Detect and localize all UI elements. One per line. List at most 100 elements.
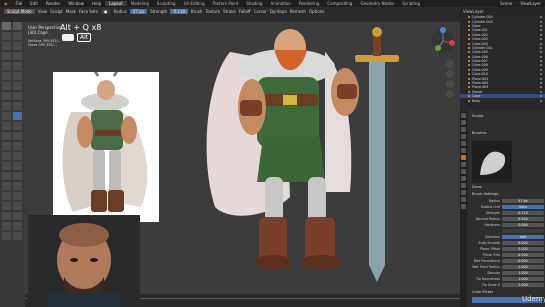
prop-radius-unit[interactable]: Radius Unit View (472, 204, 544, 209)
cursor-menu[interactable]: Cursor (254, 9, 267, 14)
visibility-eye-icon[interactable] (540, 64, 542, 67)
flatten-icon[interactable] (2, 72, 11, 80)
output-tab-icon[interactable] (461, 127, 466, 132)
slide-relax-icon[interactable] (2, 132, 11, 140)
smooth-icon[interactable] (13, 62, 22, 70)
tab-texture-paint[interactable]: Texture Paint (208, 1, 242, 6)
clay-strips-icon[interactable] (13, 32, 22, 40)
clay-icon[interactable] (2, 32, 11, 40)
box-mask-icon[interactable] (2, 162, 11, 170)
particles-tab-icon[interactable] (461, 169, 466, 174)
falloff-menu[interactable]: Falloff (239, 9, 251, 14)
dyntopo-menu[interactable]: Dyntopo (270, 9, 287, 14)
box-trim-icon[interactable] (13, 172, 22, 180)
menu-render[interactable]: Render (42, 1, 64, 6)
object-tab-icon[interactable] (461, 155, 466, 160)
outliner-item[interactable]: Body (460, 98, 545, 103)
brush-menu[interactable]: Brush (191, 9, 203, 14)
visibility-eye-icon[interactable] (540, 20, 542, 23)
prop-plane-offset[interactable]: Plane Offset 0.000 (472, 246, 544, 251)
draw-brush-icon[interactable] (2, 22, 11, 30)
tab-uv-editing[interactable]: UV Editing (180, 1, 209, 6)
boundary-icon[interactable] (13, 132, 22, 140)
radius-field[interactable]: 47 px (129, 9, 148, 14)
blob-icon[interactable] (13, 52, 22, 60)
visibility-eye-icon[interactable] (540, 77, 542, 80)
tab-rendering[interactable]: Rendering (295, 1, 323, 6)
modifier-tab-icon[interactable] (461, 162, 466, 167)
visibility-eye-icon[interactable] (540, 46, 542, 49)
visibility-eye-icon[interactable] (540, 24, 542, 27)
tab-scripting[interactable]: Scripting (398, 1, 424, 6)
menu-help[interactable]: Help (88, 1, 105, 6)
inflate-icon[interactable] (2, 52, 11, 60)
visibility-eye-icon[interactable] (540, 82, 542, 85)
menu-window[interactable]: Window (64, 1, 88, 6)
fill-icon[interactable] (13, 72, 22, 80)
visibility-eye-icon[interactable] (540, 86, 542, 89)
prop-density[interactable]: Density 1.000 (472, 270, 544, 275)
visibility-eye-icon[interactable] (540, 60, 542, 63)
visibility-eye-icon[interactable] (540, 99, 542, 102)
mask-by-color-icon[interactable] (13, 202, 22, 210)
tab-layout[interactable]: Layout (105, 1, 127, 6)
nudge-icon[interactable] (2, 122, 11, 130)
cloth-filter-icon[interactable] (2, 192, 11, 200)
brush-name[interactable]: Draw (472, 185, 481, 189)
material-tab-icon[interactable] (461, 197, 466, 202)
prop-tip-scale-x[interactable]: Tip Scale X 1.000 (472, 282, 544, 287)
visibility-eye-icon[interactable] (540, 68, 542, 71)
visibility-eye-icon[interactable] (540, 38, 542, 41)
brushes-section-header[interactable]: Brushes (472, 131, 486, 135)
box-hide-icon[interactable] (13, 162, 22, 170)
draw-face-sets-icon[interactable] (13, 152, 22, 160)
render-tab-icon[interactable] (461, 120, 466, 125)
cloth-icon[interactable] (2, 142, 11, 150)
tab-sculpting[interactable]: Sculpting (153, 1, 180, 6)
mask-icon[interactable] (2, 152, 11, 160)
pan-hand-icon[interactable] (446, 70, 454, 78)
prop-radius[interactable]: Radius 47 px (472, 198, 544, 203)
tab-shading[interactable]: Shading (242, 1, 266, 6)
simplify-icon[interactable] (13, 142, 22, 150)
elastic-deform-icon[interactable] (2, 102, 11, 110)
annotate-line-icon[interactable] (13, 232, 22, 240)
prop-hardness[interactable]: Hardness 0.000 (472, 222, 544, 227)
stroke-menu[interactable]: Stroke (223, 9, 236, 14)
visibility-eye-icon[interactable] (540, 95, 542, 98)
menu-edit[interactable]: Edit (26, 1, 42, 6)
visibility-eye-icon[interactable] (540, 73, 542, 76)
menu-view[interactable]: View (38, 9, 48, 14)
brush-settings-header[interactable]: Brush Settings (472, 192, 498, 196)
zoom-icon[interactable] (446, 60, 454, 68)
prop-plane-trim[interactable]: Plane Trim 0.500 (472, 252, 544, 257)
visibility-eye-icon[interactable] (540, 51, 542, 54)
visibility-eye-icon[interactable] (540, 29, 542, 32)
color-filter-icon[interactable] (13, 192, 22, 200)
perspective-toggle-icon[interactable] (446, 90, 454, 98)
grab-icon[interactable] (13, 92, 22, 100)
prop-wet-persistence[interactable]: Wet Persistence 0.000 (472, 258, 544, 263)
mode-selector[interactable]: Sculpt Mode (4, 9, 35, 14)
crease-icon[interactable] (2, 62, 11, 70)
prop-strength[interactable]: Strength 0.118 (472, 210, 544, 215)
edit-face-set-icon[interactable] (2, 202, 11, 210)
multiplane-scrape-icon[interactable] (13, 82, 22, 90)
tab-animation[interactable]: Animation (267, 1, 295, 6)
transform-icon[interactable] (13, 222, 22, 230)
menu-file[interactable]: File (12, 1, 27, 6)
visibility-eye-icon[interactable] (540, 90, 542, 93)
prop-tip-roundness[interactable]: Tip Roundness 1.000 (472, 276, 544, 281)
prop-auto-smooth[interactable]: Auto-Smooth 0.000 (472, 240, 544, 245)
scale-icon[interactable] (2, 222, 11, 230)
tab-geometry-nodes[interactable]: Geometry Nodes (356, 1, 398, 6)
blender-logo-icon[interactable]: ◉ (0, 1, 12, 6)
line-project-icon[interactable] (2, 182, 11, 190)
constraints-tab-icon[interactable] (461, 183, 466, 188)
navigation-gizmo-icon[interactable] (428, 26, 458, 56)
world-tab-icon[interactable] (461, 148, 466, 153)
strength-field[interactable]: 0.118 (170, 9, 188, 14)
options-menu[interactable]: Options (309, 9, 324, 14)
visibility-eye-icon[interactable] (540, 55, 542, 58)
brush-preview-thumbnail[interactable] (472, 141, 512, 183)
